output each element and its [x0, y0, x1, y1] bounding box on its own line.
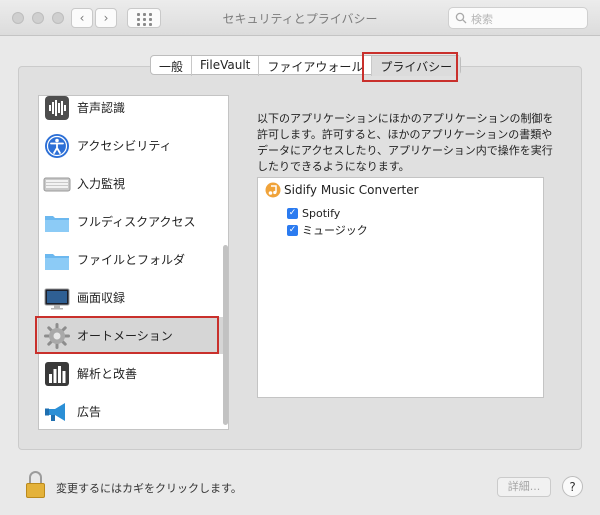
sidebar-item-accessibility[interactable]: アクセシビリティ [39, 127, 228, 164]
back-button[interactable]: ‹ [71, 8, 93, 28]
automation-description: 以下のアプリケーションにほかのアプリケーションの制御を許可します。許可すると、ほ… [257, 112, 554, 173]
sidebar-item-label: 音声認識 [77, 101, 126, 115]
sidebar-item-label: 入力監視 [77, 177, 126, 191]
app-row: Sidify Music Converter [265, 182, 419, 198]
close-window-button[interactable] [12, 12, 24, 24]
keyboard-icon [43, 177, 71, 191]
monitor-icon [44, 288, 70, 309]
lock-instruction: 変更するにはカギをクリックします。 [56, 482, 242, 495]
app-name: Sidify Music Converter [284, 183, 419, 197]
sidebar-item-label: 解析と改善 [77, 367, 138, 381]
permission-label: ミュージック [302, 224, 368, 237]
folder-icon [45, 215, 69, 232]
search-icon [455, 12, 467, 24]
megaphone-icon [45, 402, 65, 421]
sidebar-item-label: 広告 [77, 405, 102, 419]
sidebar-item-label: フルディスクアクセス [77, 215, 196, 229]
spotify-checkbox[interactable]: ✓ [287, 208, 298, 219]
tab-firewall[interactable]: ファイアウォール [259, 56, 373, 76]
sidebar-item-full-disk-access[interactable]: フルディスクアクセス [39, 203, 228, 240]
sidebar-item-speech-recognition[interactable]: 音声認識 [39, 96, 228, 126]
sidebar-item-files-and-folders[interactable]: ファイルとフォルダ [39, 241, 228, 278]
chevron-left-icon: ‹ [79, 11, 85, 25]
sidebar-item-label: アクセシビリティ [77, 139, 172, 153]
tab-general[interactable]: 一般 [151, 56, 193, 76]
minimize-window-button[interactable] [32, 12, 44, 24]
automation-item-highlight [35, 316, 219, 354]
chevron-right-icon: › [103, 11, 109, 25]
folder-icon [45, 253, 69, 270]
waveform-icon [45, 96, 69, 120]
permission-row: ✓ Spotify [287, 207, 340, 220]
sidebar-item-analytics[interactable]: 解析と改善 [39, 355, 228, 392]
zoom-window-button[interactable] [52, 12, 64, 24]
search-field[interactable]: 検索 [448, 7, 588, 29]
window-title: セキュリティとプライバシー [222, 12, 378, 26]
tab-filevault[interactable]: FileVault [192, 56, 260, 76]
permission-row: ✓ ミュージック [287, 222, 368, 238]
sidebar-item-input-monitoring[interactable]: 入力監視 [39, 165, 228, 202]
sidebar-item-advertising[interactable]: 広告 [39, 393, 228, 429]
permission-label: Spotify [302, 207, 341, 220]
privacy-category-list[interactable]: 音声認識 アクセシビリティ 入力監視 フルディスクアクセス ファイルとフォルダ [38, 95, 229, 430]
bar-chart-icon [45, 361, 69, 386]
privacy-tab-highlight [362, 52, 458, 82]
list-scrollbar[interactable] [223, 245, 228, 425]
forward-button[interactable]: › [95, 8, 117, 28]
sidebar-item-label: ファイルとフォルダ [77, 253, 186, 267]
music-checkbox[interactable]: ✓ [287, 224, 298, 236]
accessibility-icon [45, 133, 69, 158]
sidebar-item-screen-recording[interactable]: 画面収録 [39, 279, 228, 316]
advanced-button[interactable]: 詳細... [497, 477, 551, 497]
search-placeholder: 検索 [471, 13, 493, 26]
sidebar-item-label: 画面収録 [77, 291, 126, 305]
lock-icon[interactable] [26, 483, 45, 498]
sidify-app-icon [265, 182, 281, 198]
help-button[interactable]: ? [562, 476, 583, 497]
